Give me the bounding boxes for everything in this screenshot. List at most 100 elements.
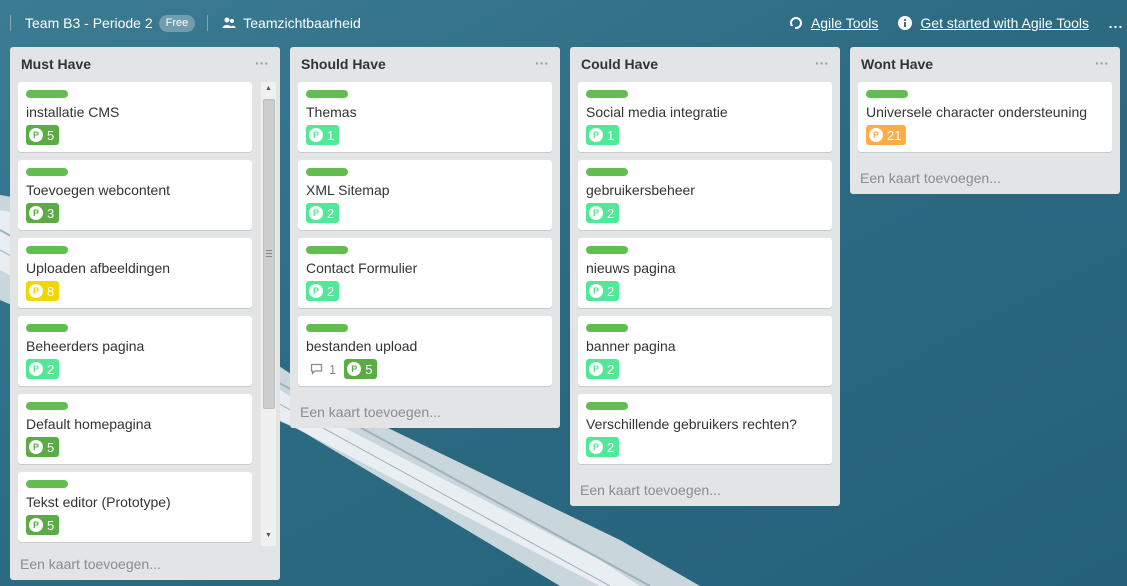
points-icon: P — [29, 518, 43, 532]
points-icon: P — [309, 128, 323, 142]
card-title: Uploaden afbeeldingen — [26, 260, 171, 276]
team-visibility-button[interactable]: Teamzichtbaarheid — [222, 15, 361, 31]
card[interactable]: Toevoegen webcontent P3 — [18, 160, 252, 230]
list-menu-icon[interactable]: ··· — [1095, 55, 1109, 71]
points-value: 1 — [327, 127, 335, 143]
card-label-green — [26, 324, 68, 332]
card[interactable]: Uploaden afbeeldingen P8 — [18, 238, 252, 308]
list-header: Must Have ··· — [10, 47, 280, 81]
list-menu-icon[interactable]: ··· — [815, 55, 829, 71]
card[interactable]: Default homepagina P5 — [18, 394, 252, 464]
points-badge: P2 — [586, 359, 620, 379]
card[interactable]: Tekst editor (Prototype) P5 — [18, 472, 252, 542]
card-label-green — [866, 90, 908, 98]
points-value: 8 — [47, 283, 55, 299]
comment-count: 1 — [329, 361, 337, 377]
card-title: Contact Formulier — [306, 260, 418, 276]
board-title-text[interactable]: Team B3 - Periode 2 — [25, 15, 153, 31]
points-icon: P — [869, 128, 883, 142]
card-label-green — [306, 246, 348, 254]
free-badge: Free — [158, 14, 196, 32]
points-badge: P5 — [26, 437, 60, 457]
add-card-link[interactable]: Een kaart toevoegen... — [860, 170, 1001, 186]
points-value: 2 — [327, 283, 335, 299]
header-divider — [10, 15, 11, 31]
header-more-menu-icon[interactable]: ... — [1109, 15, 1123, 31]
list-menu-icon[interactable]: ··· — [535, 55, 549, 71]
points-badge: P 21 — [866, 125, 907, 145]
points-icon: P — [309, 284, 323, 298]
list-menu-icon[interactable]: ··· — [255, 55, 269, 71]
points-icon: P — [29, 362, 43, 376]
points-icon: P — [29, 284, 43, 298]
list-wont-have: Wont Have ··· Universele character onder… — [850, 47, 1120, 194]
points-badge: P2 — [586, 437, 620, 457]
card[interactable]: Beheerders pagina P2 — [18, 316, 252, 386]
list-title[interactable]: Wont Have — [861, 56, 933, 72]
card-title: Universele character ondersteuning — [866, 104, 1088, 120]
scroll-up-arrow-icon[interactable]: ▲ — [265, 85, 272, 92]
card-label-green — [586, 402, 628, 410]
card-label-green — [306, 90, 348, 98]
agile-tools-link[interactable]: Agile Tools — [789, 15, 878, 31]
scroll-down-arrow-icon[interactable]: ▼ — [265, 532, 272, 539]
points-value: 5 — [47, 127, 55, 143]
card[interactable]: Themas P1 — [298, 82, 552, 152]
board-title[interactable]: Team B3 - Periode 2 Free — [25, 14, 196, 32]
points-icon: P — [589, 128, 603, 142]
points-value: 21 — [887, 127, 902, 143]
get-started-label[interactable]: Get started with Agile Tools — [920, 15, 1089, 31]
card-title: Toevoegen webcontent — [26, 182, 170, 198]
card-label-green — [586, 324, 628, 332]
card[interactable]: Verschillende gebruikers rechten? P2 — [578, 394, 832, 464]
points-value: 2 — [47, 361, 55, 377]
card[interactable]: Universele character ondersteuning P 21 — [858, 82, 1112, 152]
card-title: Themas — [306, 104, 357, 120]
list-title[interactable]: Should Have — [301, 56, 386, 72]
card[interactable]: XML Sitemap P2 — [298, 160, 552, 230]
points-badge: P5 — [344, 359, 378, 379]
scroll-thumb[interactable] — [263, 99, 275, 409]
add-card-link[interactable]: Een kaart toevoegen... — [20, 556, 161, 572]
card[interactable]: banner pagina P2 — [578, 316, 832, 386]
points-badge: P5 — [26, 125, 60, 145]
points-badge: P2 — [306, 203, 340, 223]
get-started-link[interactable]: Get started with Agile Tools — [898, 15, 1089, 31]
list-header: Could Have ··· — [570, 47, 840, 81]
add-card-link[interactable]: Een kaart toevoegen... — [580, 482, 721, 498]
team-visibility-label[interactable]: Teamzichtbaarheid — [243, 15, 361, 31]
points-value: 5 — [47, 517, 55, 533]
card[interactable]: bestanden upload 1 P5 — [298, 316, 552, 386]
points-badge: P1 — [306, 125, 340, 145]
card-title: gebruikersbeheer — [586, 182, 695, 198]
card[interactable]: installatie CMS P5 — [18, 82, 252, 152]
card-label-green — [26, 168, 68, 176]
points-badge: P3 — [26, 203, 60, 223]
list-header: Should Have ··· — [290, 47, 560, 81]
points-icon: P — [29, 440, 43, 454]
comment-badge: 1 — [310, 362, 336, 377]
points-value: 2 — [607, 361, 615, 377]
card-title: nieuws pagina — [586, 260, 676, 276]
list-header: Wont Have ··· — [850, 47, 1120, 81]
card-label-green — [26, 480, 68, 488]
card-label-green — [586, 168, 628, 176]
card-title: Verschillende gebruikers rechten? — [586, 416, 797, 432]
card-title: Social media integratie — [586, 104, 728, 120]
list-title[interactable]: Must Have — [21, 56, 91, 72]
list-title[interactable]: Could Have — [581, 56, 658, 72]
card[interactable]: Social media integratie P1 — [578, 82, 832, 152]
list-scrollbar[interactable]: ▲ ▼ — [260, 82, 276, 546]
add-card-link[interactable]: Een kaart toevoegen... — [300, 404, 441, 420]
card[interactable]: nieuws pagina P2 — [578, 238, 832, 308]
list-could-have: Could Have ··· Social media integratie P… — [570, 47, 840, 506]
card-label-green — [586, 90, 628, 98]
agile-tools-label[interactable]: Agile Tools — [811, 15, 878, 31]
card[interactable]: gebruikersbeheer P2 — [578, 160, 832, 230]
points-value: 2 — [327, 205, 335, 221]
points-badge: P2 — [586, 203, 620, 223]
points-badge: P5 — [26, 515, 60, 535]
list-must-have: Must Have ··· installatie CMS P5 Toevoeg… — [10, 47, 280, 580]
card[interactable]: Contact Formulier P2 — [298, 238, 552, 308]
card-label-green — [306, 324, 348, 332]
